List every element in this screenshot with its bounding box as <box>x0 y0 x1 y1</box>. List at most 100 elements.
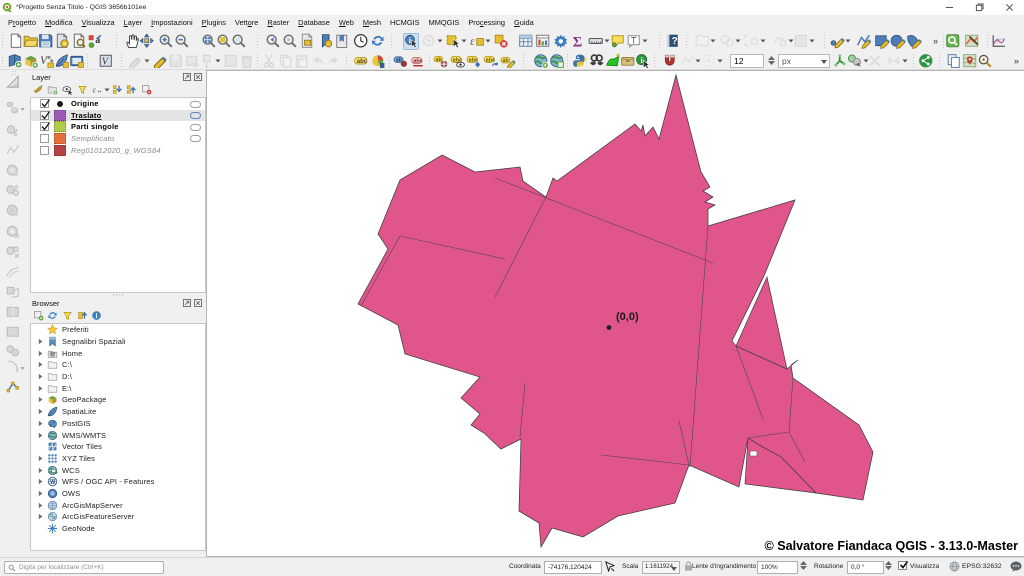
vertex-tool-icon[interactable] <box>5 378 21 395</box>
pin-labels-icon[interactable]: ab <box>393 52 409 69</box>
dropdown-arrow-icon[interactable] <box>461 33 468 49</box>
deselect-features-icon[interactable] <box>493 33 509 50</box>
collapse-all-browser-icon[interactable] <box>76 310 88 322</box>
layer-item[interactable]: Traslato <box>31 110 205 122</box>
pan-to-selection-icon[interactable] <box>139 33 155 50</box>
lat-lon-tools-icon[interactable] <box>962 52 978 69</box>
layer-item[interactable]: Reg01012020_g_WGS84 <box>31 144 205 156</box>
menu-modifica[interactable]: Modifica <box>40 15 77 30</box>
dropdown-arrow-icon[interactable] <box>485 33 492 49</box>
new-bookmark-icon[interactable] <box>318 33 334 50</box>
cad-tools-icon[interactable] <box>5 73 21 90</box>
remove-layer-icon[interactable] <box>140 84 152 96</box>
filter-legend-icon[interactable] <box>76 84 88 96</box>
avoid-intersections-icon[interactable] <box>867 52 883 69</box>
expander-icon[interactable] <box>36 502 44 509</box>
snap-unit-combo[interactable]: px <box>778 54 830 68</box>
expander-icon[interactable] <box>36 513 44 520</box>
move-annotation-icon[interactable] <box>793 33 809 50</box>
menu-plugins[interactable]: Plugins <box>197 15 230 30</box>
expander-icon[interactable] <box>36 338 44 345</box>
attribute-drawer-icon[interactable] <box>620 52 636 69</box>
new-memory-layer-icon[interactable]: V <box>98 52 114 69</box>
expander-icon[interactable] <box>36 467 44 474</box>
dropdown-arrow-icon[interactable] <box>809 33 816 49</box>
select-by-expression-icon[interactable]: ε <box>469 33 485 50</box>
magnifier-input[interactable]: 100% <box>757 561 798 574</box>
add-selected-layers-icon[interactable] <box>32 310 44 322</box>
move-feature-copy-icon[interactable] <box>5 99 21 116</box>
expander-icon[interactable] <box>36 396 44 403</box>
save-project-icon[interactable] <box>38 33 54 50</box>
add-part-icon[interactable] <box>5 182 21 199</box>
layer-labeling-icon[interactable]: abc <box>353 52 369 69</box>
rotate-feature-icon[interactable] <box>5 122 21 139</box>
undo-icon[interactable] <box>310 52 326 69</box>
messages-icon[interactable] <box>1010 561 1022 572</box>
layer-checkbox[interactable] <box>40 111 49 120</box>
statistical-summary-icon[interactable] <box>535 33 551 50</box>
identify-features-icon[interactable]: i <box>403 33 419 50</box>
expander-icon[interactable] <box>36 478 44 485</box>
browser-item[interactable]: ArcGisMapServer <box>31 499 205 511</box>
filter-browser-icon[interactable] <box>61 310 73 322</box>
browser-item[interactable]: ArcGisFeatureServer <box>31 511 205 523</box>
highlight-pinned-labels-icon[interactable]: abc <box>410 52 426 69</box>
browser-panel-close-button[interactable] <box>194 299 202 309</box>
dropdown-arrow-icon[interactable] <box>144 53 151 69</box>
new-map-view-icon[interactable] <box>694 33 710 50</box>
run-feature-action-icon[interactable] <box>421 33 437 50</box>
snapping-icon[interactable] <box>662 52 678 69</box>
filter-expression-icon[interactable]: ε <box>91 84 103 96</box>
current-edits-icon[interactable] <box>128 52 144 69</box>
wms-icon[interactable] <box>549 52 565 69</box>
menu-layer[interactable]: Layer <box>119 15 147 30</box>
browser-item[interactable]: WCS <box>31 464 205 476</box>
rotate-label-icon[interactable]: abc <box>483 52 499 69</box>
menu-hcmgis[interactable]: HCMGIS <box>385 15 424 30</box>
browser-panel-float-button[interactable] <box>183 299 191 309</box>
close-button[interactable] <box>994 0 1024 15</box>
manage-map-themes-icon[interactable] <box>61 84 73 96</box>
dropdown-arrow-icon[interactable] <box>20 104 25 114</box>
expander-icon[interactable] <box>36 420 44 427</box>
layer-diagram-icon[interactable] <box>370 52 386 69</box>
reshape-features-icon[interactable] <box>5 283 21 300</box>
scale-combo[interactable]: 1:1611924 <box>642 561 680 574</box>
move-feature-icon[interactable] <box>199 52 215 69</box>
browser-item[interactable]: SpatiaLite <box>31 406 205 418</box>
processing-toolbox-icon[interactable] <box>553 33 569 50</box>
new-shapefile-layer-icon[interactable]: V <box>39 52 55 69</box>
browser-item[interactable]: C:\ <box>31 359 205 371</box>
extents-toggle-icon[interactable] <box>604 561 615 572</box>
delete-ring-icon[interactable] <box>5 223 21 240</box>
change-label-icon[interactable]: ab <box>500 52 516 69</box>
redo-icon[interactable] <box>326 52 342 69</box>
datasource-manager-icon[interactable] <box>7 52 23 69</box>
zoom-next-icon[interactable] <box>282 33 298 50</box>
rotation-spinner[interactable] <box>885 561 892 570</box>
map-tips-icon[interactable] <box>610 33 626 50</box>
save-edits-icon[interactable] <box>168 52 184 69</box>
toolbar-drag-handle[interactable] <box>1 53 5 68</box>
temporal-controller-icon[interactable] <box>353 33 369 50</box>
menu-vettore[interactable]: Vettore <box>230 15 262 30</box>
dropdown-arrow-icon[interactable] <box>642 33 649 49</box>
select-features-icon[interactable] <box>445 33 461 50</box>
new-virtual-layer-icon[interactable] <box>69 52 85 69</box>
expander-icon[interactable] <box>36 373 44 380</box>
menu-visualizza[interactable]: Visualizza <box>77 15 119 30</box>
share-icon[interactable] <box>918 52 934 69</box>
menu-raster[interactable]: Raster <box>263 15 294 30</box>
zoom-last-icon[interactable] <box>265 33 281 50</box>
menu-guida[interactable]: Guida <box>509 15 538 30</box>
menu-mesh[interactable]: Mesh <box>358 15 385 30</box>
topological-editing-icon[interactable] <box>832 52 848 69</box>
menu-web[interactable]: Web <box>334 15 358 30</box>
fill-ring-icon[interactable] <box>5 202 21 219</box>
digitize-point-icon[interactable] <box>829 33 845 50</box>
browser-item[interactable]: Home <box>31 347 205 359</box>
layer-checkbox[interactable] <box>40 122 49 131</box>
browser-item[interactable]: Segnalibri Spaziali <box>31 336 205 348</box>
map-canvas[interactable]: (0,0) © Salvatore Fiandaca QGIS - 3.13.0… <box>206 70 1024 557</box>
